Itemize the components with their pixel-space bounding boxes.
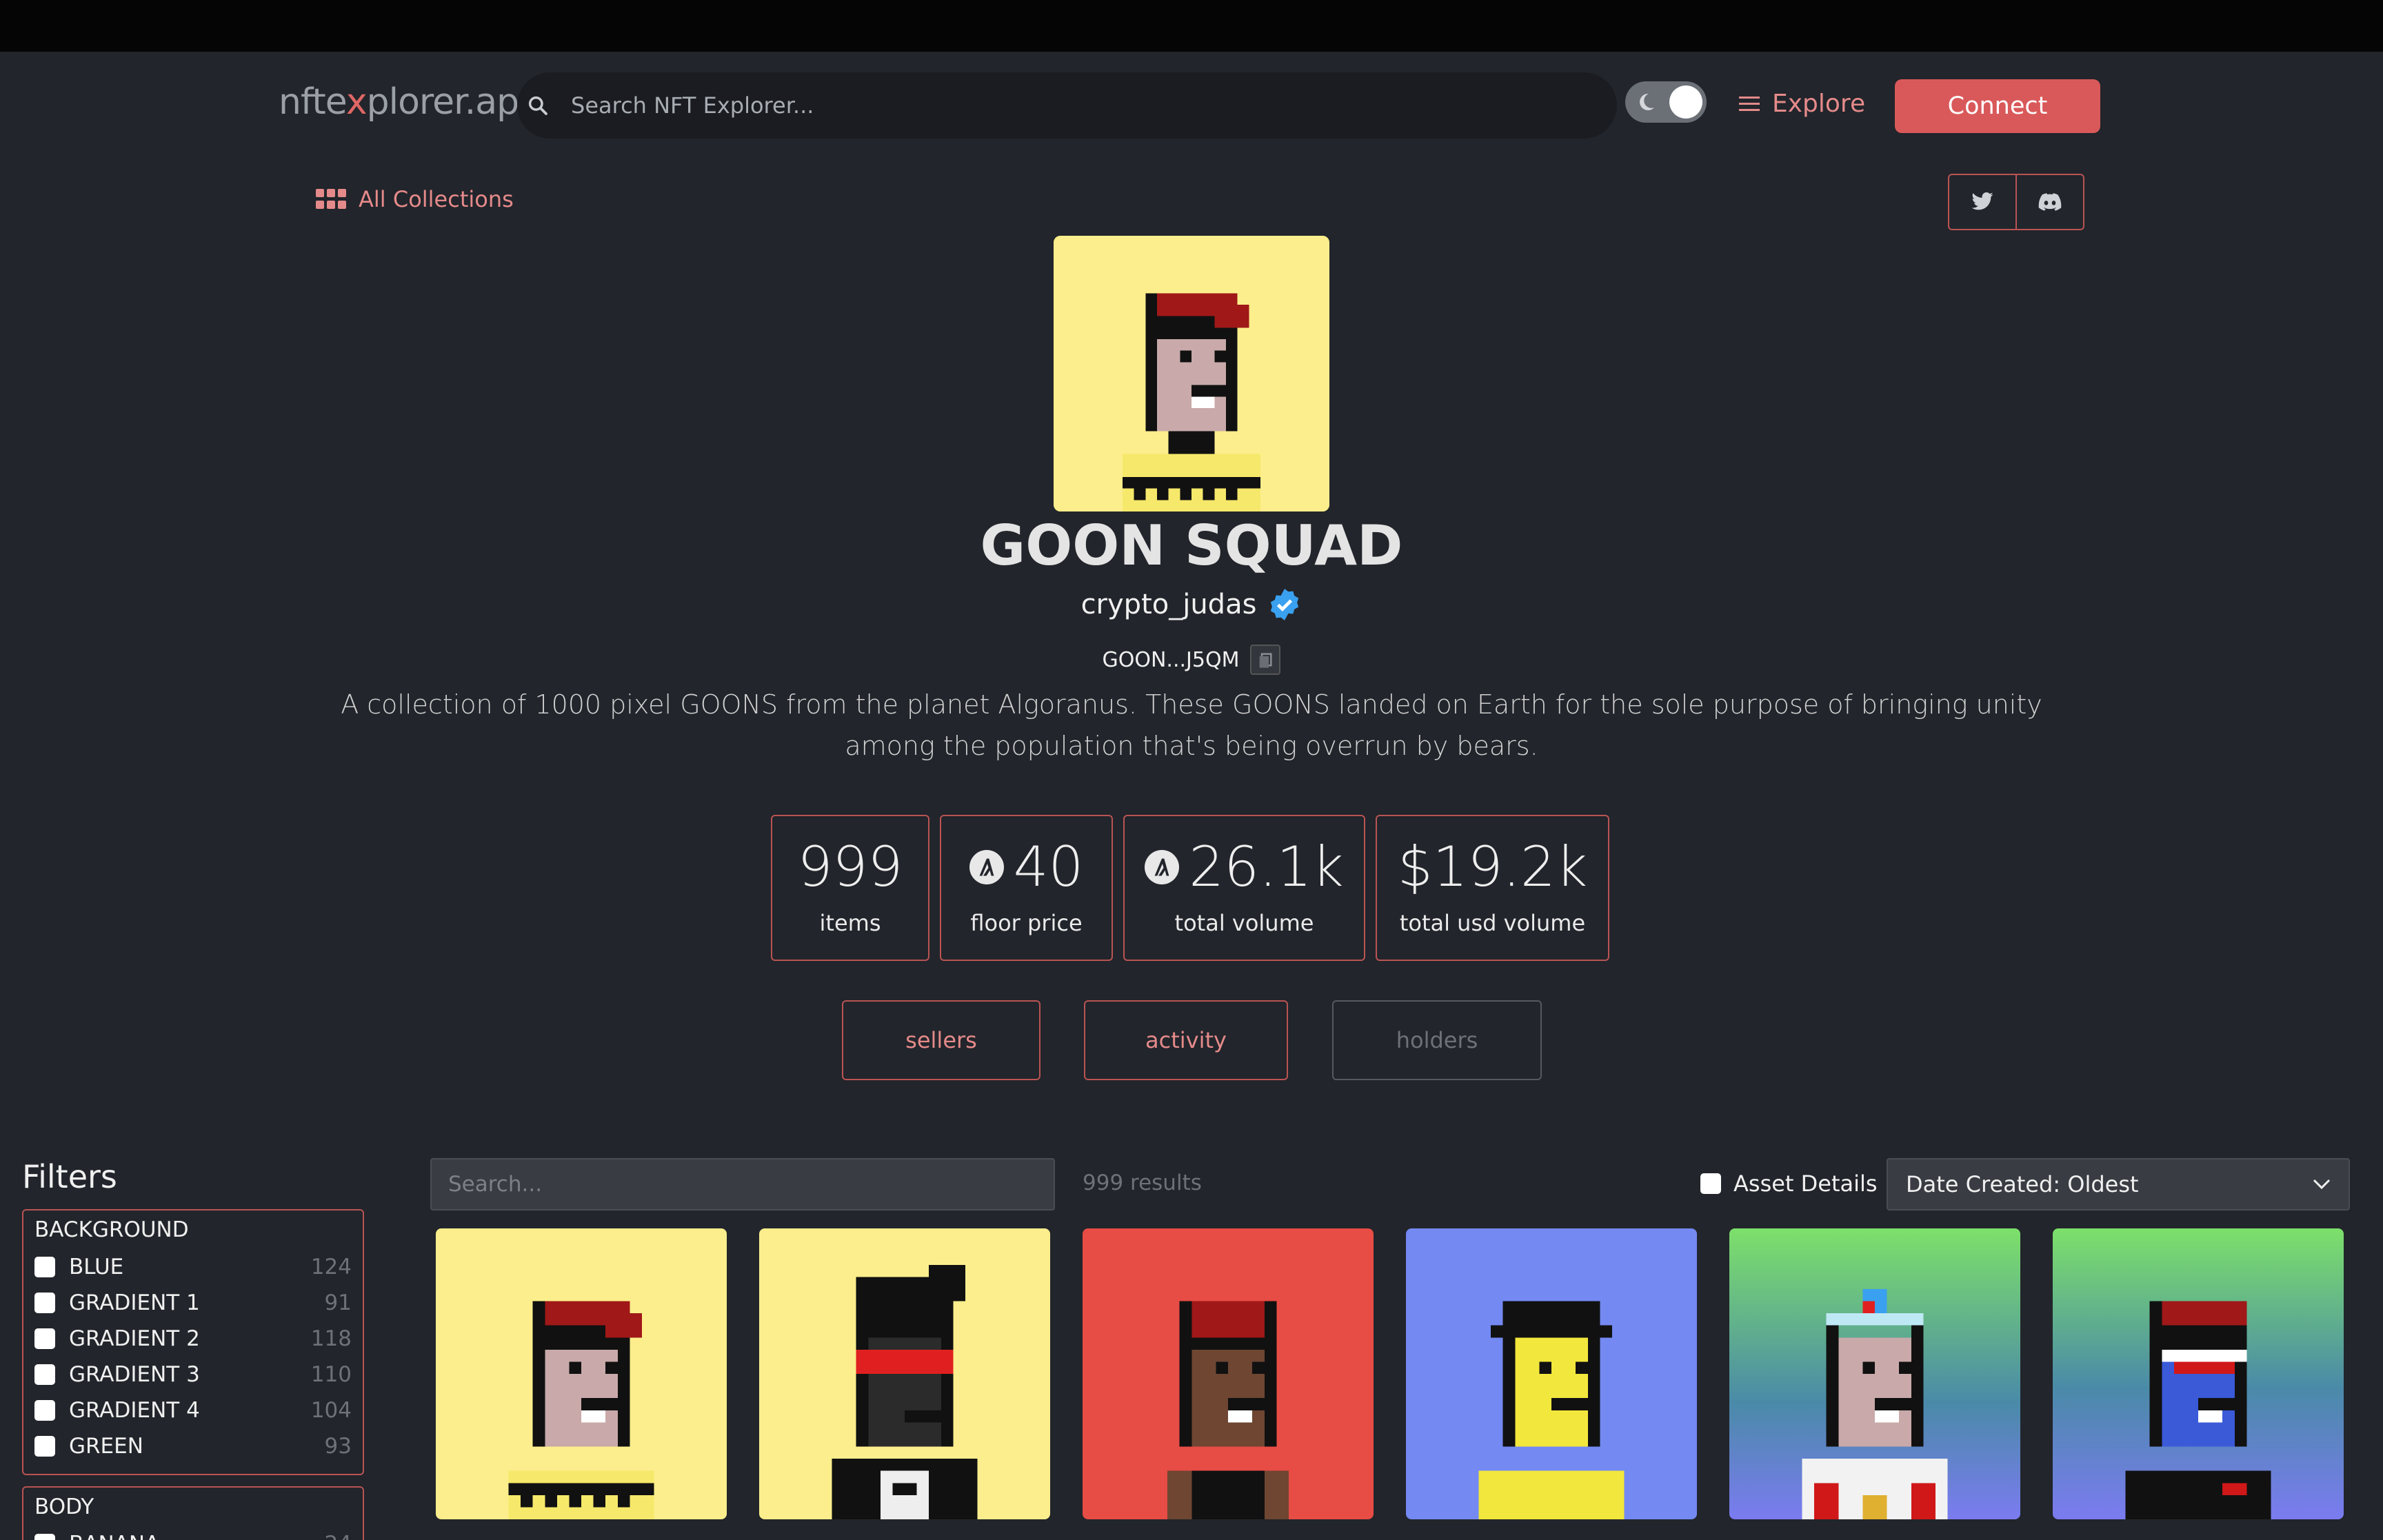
nft-card[interactable] — [1406, 1228, 1697, 1519]
filter-group-background: BACKGROUND BLUE 124 GRADIENT 1 91 GRADIENT… — [22, 1209, 364, 1475]
collection-avatar — [1054, 236, 1329, 511]
sort-select[interactable]: Date Created: Oldest — [1887, 1158, 2350, 1210]
stat-total-usd-volume: $19.2k total usd volume — [1376, 815, 1609, 961]
hamburger-icon — [1739, 96, 1760, 111]
nft-card[interactable] — [759, 1228, 1050, 1519]
twitter-icon — [1971, 192, 1993, 210]
asset-details-toggle[interactable]: Asset Details — [1700, 1171, 1878, 1197]
sort-value: Date Created: Oldest — [1906, 1171, 2139, 1197]
checkbox[interactable] — [34, 1436, 55, 1457]
search-icon — [528, 96, 547, 115]
global-search-input[interactable] — [570, 92, 1617, 119]
explore-menu-button[interactable]: Explore — [1739, 90, 1865, 118]
filter-option[interactable]: GRADIENT 4 104 — [23, 1392, 363, 1428]
checkbox[interactable] — [34, 1400, 55, 1421]
stat-floor-price-value: 40 — [1013, 835, 1084, 899]
nft-image — [1083, 1228, 1374, 1519]
stat-floor-price-label: floor price — [970, 910, 1083, 936]
connect-button[interactable]: Connect — [1895, 79, 2100, 133]
discord-icon — [2038, 193, 2062, 211]
twitter-button[interactable] — [1949, 175, 2015, 229]
all-collections-link[interactable]: All Collections — [316, 186, 514, 212]
grid-icon — [316, 189, 346, 209]
filter-group-title[interactable]: BACKGROUND — [23, 1210, 363, 1249]
nft-image — [436, 1228, 727, 1519]
filter-option[interactable]: GREEN 93 — [23, 1428, 363, 1464]
checkbox[interactable] — [34, 1364, 55, 1385]
checkbox[interactable] — [34, 1257, 55, 1277]
nft-card[interactable] — [1729, 1228, 2020, 1519]
stat-items-value: 999 — [797, 835, 903, 899]
checkbox[interactable] — [34, 1293, 55, 1313]
checkbox[interactable] — [34, 1534, 55, 1540]
address-row: GOON...J5QM — [0, 645, 2383, 675]
all-collections-label: All Collections — [359, 186, 514, 212]
toggle-knob — [1669, 85, 1702, 119]
page: nftexplorer.app Explore Connect All Coll… — [0, 0, 2383, 1540]
filter-option[interactable]: BLUE 124 — [23, 1249, 363, 1285]
nft-image — [759, 1228, 1050, 1519]
filters-heading: Filters — [22, 1158, 117, 1195]
explore-label: Explore — [1772, 90, 1866, 118]
stat-floor-price: 40 floor price — [940, 815, 1113, 961]
copy-address-button[interactable] — [1250, 645, 1281, 675]
nft-image — [1406, 1228, 1697, 1519]
stat-total-volume-value: 26.1k — [1189, 835, 1344, 899]
moon-icon — [1640, 93, 1654, 110]
stat-total-usd-volume-value: $19.2k — [1397, 835, 1588, 899]
nft-card[interactable] — [436, 1228, 727, 1519]
filter-option[interactable]: GRADIENT 2 118 — [23, 1321, 363, 1357]
creator-name[interactable]: crypto_judas — [1081, 589, 1257, 620]
chevron-down-icon — [2313, 1179, 2331, 1190]
asset-details-label: Asset Details — [1733, 1171, 1878, 1197]
global-search-bar — [517, 72, 1617, 139]
nft-card[interactable] — [2053, 1228, 2344, 1519]
checkbox[interactable] — [34, 1328, 55, 1349]
checkbox[interactable] — [1700, 1173, 1721, 1194]
verified-badge-icon — [1271, 589, 1299, 620]
creator-row: crypto_judas — [0, 587, 2383, 622]
nft-image — [2053, 1228, 2344, 1519]
filter-option[interactable]: BANANA24 — [23, 1526, 363, 1540]
stat-total-volume: 26.1k total volume — [1123, 815, 1365, 961]
filter-group-title[interactable]: BODY — [23, 1488, 363, 1526]
collection-description: A collection of 1000 pixel GOONS from th… — [341, 689, 2042, 761]
tab-sellers[interactable]: sellers — [842, 1000, 1040, 1080]
algorand-icon — [969, 850, 1004, 884]
filter-option[interactable]: GRADIENT 1 91 — [23, 1285, 363, 1321]
theme-toggle[interactable] — [1625, 81, 1707, 123]
os-top-bar — [0, 0, 2383, 52]
asset-search-input[interactable] — [430, 1158, 1055, 1210]
tab-holders[interactable]: holders — [1332, 1000, 1542, 1080]
nft-card[interactable] — [1083, 1228, 1374, 1519]
site-logo[interactable]: nftexplorer.app — [279, 81, 541, 123]
filter-group-body: BODY BANANA24 — [22, 1486, 364, 1540]
tab-activity[interactable]: activity — [1084, 1000, 1288, 1080]
results-count: 999 results — [1083, 1171, 1202, 1195]
stat-total-usd-volume-label: total usd volume — [1399, 910, 1586, 936]
stat-items-label: items — [819, 910, 881, 936]
collection-title: GOON SQUAD — [980, 514, 1403, 578]
algorand-icon — [1145, 850, 1180, 884]
discord-button[interactable] — [2015, 175, 2083, 229]
stat-items: 999 items — [771, 815, 929, 961]
copy-icon — [1260, 653, 1273, 668]
stats-row: 999 items 40 floor price 26.1k total vol… — [771, 815, 1609, 961]
filter-option[interactable]: GRADIENT 3 110 — [23, 1357, 363, 1392]
stat-total-volume-label: total volume — [1174, 910, 1314, 936]
social-links — [1948, 174, 2084, 230]
nft-image — [1729, 1228, 2020, 1519]
collection-address: GOON...J5QM — [1102, 647, 1240, 672]
